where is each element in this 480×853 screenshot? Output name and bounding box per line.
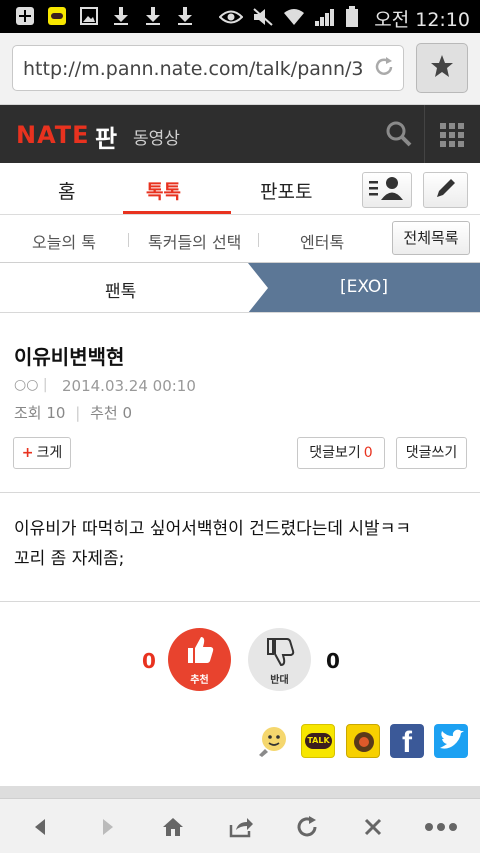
share-icon[interactable]	[226, 812, 256, 842]
back-icon[interactable]	[26, 812, 56, 842]
thumbs-down-icon	[263, 638, 297, 672]
board-category-label: 팬톡	[105, 282, 137, 302]
post-author: ○○ |	[14, 377, 48, 393]
thumbs-up-icon	[183, 637, 217, 672]
add-notification-icon	[14, 6, 36, 26]
reload-icon[interactable]	[373, 56, 395, 78]
oppose-button[interactable]: 반대	[248, 628, 311, 691]
comments-count: 0	[363, 445, 373, 461]
header-divider	[424, 105, 425, 163]
board-current-label: [EXO]	[340, 277, 388, 297]
post-body-line: 이유비가 따먹히고 싶어서백현이 건드렸다는데 시발ㅋㅋ	[14, 519, 411, 539]
subnav-divider	[128, 233, 129, 247]
recommend-vote-count: 0	[142, 649, 156, 673]
kakaostory-share-icon[interactable]	[346, 724, 380, 758]
post-body-line: 꼬리 좀 자제좀;	[14, 549, 125, 569]
download-icon	[174, 6, 196, 26]
url-input[interactable]: http://m.pann.nate.com/talk/pann/3	[12, 45, 404, 91]
kakaotalk-share-label: TALK	[305, 733, 332, 749]
oppose-label: 반대	[270, 675, 289, 686]
full-list-button[interactable]: 전체목록	[392, 221, 470, 255]
wifi-icon	[283, 7, 305, 31]
more-menu-icon[interactable]	[424, 812, 458, 842]
twitter-share-icon[interactable]	[434, 724, 468, 758]
my-page-button[interactable]	[362, 172, 412, 208]
grid-menu-icon[interactable]	[440, 123, 464, 147]
image-notification-icon	[78, 6, 100, 26]
oppose-vote-count: 0	[326, 649, 340, 673]
download-icon	[142, 6, 164, 26]
subnav-entertalk[interactable]: 엔터톡	[300, 229, 344, 253]
download-icon	[110, 6, 132, 26]
battery-icon	[345, 5, 359, 32]
site-header: NATE 판 동영상	[0, 105, 480, 163]
recommend-label: 추천	[90, 404, 118, 422]
view-comments-button[interactable]: 댓글보기 0	[297, 437, 385, 469]
forward-icon[interactable]	[92, 812, 122, 842]
pan-logo[interactable]: 판	[95, 119, 117, 154]
tab-home[interactable]: 홈	[58, 177, 75, 204]
tab-photo[interactable]: 판포토	[260, 177, 312, 204]
clock: 오전 12:10	[374, 9, 470, 31]
status-bar: 오전 12:10	[0, 0, 480, 33]
signal-icon	[314, 7, 336, 31]
views-label: 조회	[14, 404, 42, 422]
browser-toolbar: http://m.pann.nate.com/talk/pann/3	[0, 33, 480, 105]
view-comments-label: 댓글보기	[309, 445, 361, 461]
post-stats: 조회 10 | 추천 0	[14, 404, 133, 422]
post-title: 이유비변백현	[14, 345, 125, 369]
kakaotalk-notification-icon	[46, 6, 68, 26]
mute-icon	[252, 7, 274, 31]
search-icon[interactable]	[384, 119, 414, 149]
subnav-today-talk[interactable]: 오늘의 톡	[32, 229, 96, 253]
sub-navigation: 오늘의 톡 톡커들의 선택 엔터톡 전체목록	[0, 215, 480, 263]
home-icon[interactable]	[158, 812, 188, 842]
star-icon	[429, 53, 455, 83]
tab-talk[interactable]: 톡톡	[146, 177, 181, 204]
subnav-divider	[258, 233, 259, 247]
recommend-count: 0	[122, 404, 133, 422]
divider	[0, 601, 480, 602]
facebook-share-icon[interactable]: f	[390, 724, 424, 759]
recommend-button[interactable]: 추천	[168, 628, 231, 691]
board-breadcrumb: 팬톡 [EXO]	[0, 263, 480, 313]
post-date: 2014.03.24 00:10	[62, 377, 196, 395]
kakaotalk-share-icon[interactable]: TALK	[301, 724, 335, 758]
write-comment-button[interactable]: 댓글쓰기	[396, 437, 467, 469]
views-count: 10	[46, 404, 66, 422]
nate-logo[interactable]: NATE	[16, 121, 90, 149]
pencil-icon	[434, 176, 458, 204]
plus-icon: +	[21, 445, 34, 461]
author-name: ○○	[14, 377, 39, 393]
main-tabs: 홈 톡톡 판포토	[0, 163, 480, 215]
post-body: 이유비가 따먹히고 싶어서백현이 건드렸다는데 시발ㅋㅋ 꼬리 좀 자제좀;	[14, 514, 466, 574]
enlarge-label: 크게	[36, 445, 63, 461]
active-tab-indicator	[123, 211, 231, 214]
url-text: http://m.pann.nate.com/talk/pann/3	[23, 58, 364, 80]
subnav-talkers-choice[interactable]: 톡커들의 선택	[148, 229, 241, 253]
refresh-icon[interactable]	[292, 812, 322, 842]
user-list-icon	[368, 175, 406, 205]
video-link[interactable]: 동영상	[133, 124, 180, 149]
write-button[interactable]	[423, 172, 468, 208]
recommend-label: 추천	[190, 675, 209, 686]
close-icon[interactable]	[358, 812, 388, 842]
facebook-share-label: f	[402, 726, 412, 759]
emoticon-share-icon[interactable]	[256, 724, 290, 758]
favorite-button[interactable]	[416, 43, 468, 93]
browser-bottom-bar	[0, 798, 480, 853]
post-header: 이유비변백현 ○○ | 2014.03.24 00:10 조회 10 | 추천 …	[0, 313, 480, 493]
eye-icon	[218, 9, 244, 29]
enlarge-text-button[interactable]: + 크게	[13, 437, 71, 469]
